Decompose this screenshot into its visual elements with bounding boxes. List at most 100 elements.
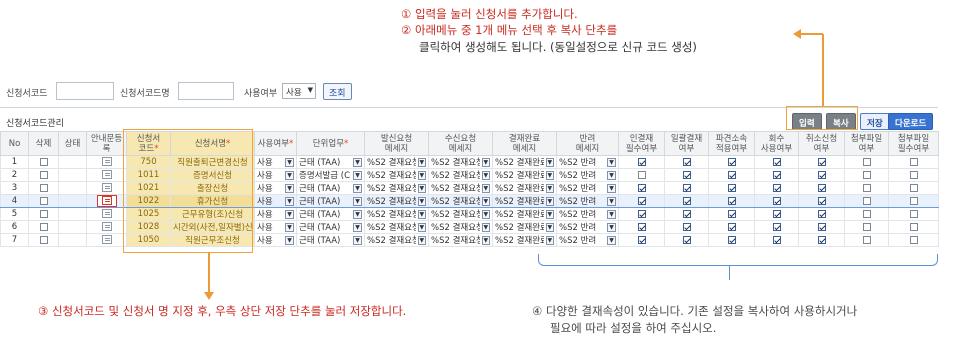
reject-msg-cell[interactable]: %S2 반려 ▼ [556,220,619,234]
attribute-checkbox[interactable] [888,220,939,234]
unit-cell[interactable]: 근태 (TAA) ▼ [296,233,365,247]
checkbox-icon[interactable] [39,157,48,166]
dropdown-arrow-icon[interactable]: ▼ [607,157,616,167]
note-icon[interactable] [101,157,112,166]
attribute-checkbox[interactable] [798,155,845,169]
attribute-checkbox[interactable] [844,168,889,182]
checkbox-icon[interactable] [772,183,781,192]
checkbox-icon[interactable] [39,183,48,192]
attribute-checkbox[interactable] [618,233,665,247]
attribute-checkbox[interactable] [618,207,665,221]
checkbox-icon[interactable] [39,222,48,231]
done-msg-cell[interactable]: %S2 결재완료 ▼ [492,233,557,247]
dropdown-arrow-icon[interactable]: ▼ [285,209,294,219]
checkbox-icon[interactable] [39,170,48,179]
checkbox-icon[interactable] [637,209,646,218]
dropdown-arrow-icon[interactable]: ▼ [285,170,294,180]
attribute-checkbox[interactable] [844,194,889,208]
attribute-checkbox[interactable] [798,207,845,221]
attribute-checkbox[interactable] [618,194,665,208]
checkbox-icon[interactable] [772,222,781,231]
checkbox-icon[interactable] [39,235,48,244]
checkbox-icon[interactable] [817,196,826,205]
checkbox-icon[interactable] [682,170,691,179]
attribute-checkbox[interactable] [754,168,799,182]
dropdown-arrow-icon[interactable]: ▼ [285,196,294,206]
checkbox-icon[interactable] [39,196,48,205]
dropdown-arrow-icon[interactable]: ▼ [417,209,426,219]
name-input[interactable] [178,82,234,100]
checkbox-icon[interactable] [862,209,871,218]
use-cell[interactable]: 사용 ▼ [254,155,297,169]
checkbox-icon[interactable] [682,209,691,218]
delete-checkbox[interactable] [28,233,59,247]
attribute-checkbox[interactable] [708,168,755,182]
dropdown-arrow-icon[interactable]: ▼ [417,170,426,180]
use-cell[interactable]: 사용 ▼ [254,181,297,195]
delete-checkbox[interactable] [28,207,59,221]
dropdown-arrow-icon[interactable]: ▼ [285,157,294,167]
checkbox-icon[interactable] [909,222,918,231]
checkbox-icon[interactable] [682,183,691,192]
checkbox-icon[interactable] [682,235,691,244]
checkbox-icon[interactable] [727,183,736,192]
attribute-checkbox[interactable] [618,168,665,182]
dropdown-arrow-icon[interactable]: ▼ [417,196,426,206]
checkbox-icon[interactable] [909,157,918,166]
checkbox-icon[interactable] [862,235,871,244]
request-msg-cell[interactable]: %S2 결재요청 ▼ [364,194,429,208]
dropdown-arrow-icon[interactable]: ▼ [545,222,554,232]
attribute-checkbox[interactable] [754,233,799,247]
dropdown-arrow-icon[interactable]: ▼ [353,235,362,245]
note-icon[interactable] [101,170,112,179]
note-icon[interactable] [101,235,112,244]
use-cell[interactable]: 사용 ▼ [254,194,297,208]
attribute-checkbox[interactable] [664,207,709,221]
checkbox-icon[interactable] [637,222,646,231]
delete-checkbox[interactable] [28,168,59,182]
receive-msg-cell[interactable]: %S2 결재요청 ▼ [428,168,493,182]
attribute-checkbox[interactable] [618,155,665,169]
download-button[interactable]: 다운로드 [888,113,934,130]
checkbox-icon[interactable] [862,196,871,205]
checkbox-icon[interactable] [817,157,826,166]
checkbox-icon[interactable] [637,183,646,192]
checkbox-icon[interactable] [682,157,691,166]
code-input[interactable] [56,82,114,100]
checkbox-icon[interactable] [637,235,646,244]
attribute-checkbox[interactable] [664,155,709,169]
attribute-checkbox[interactable] [888,155,939,169]
dropdown-arrow-icon[interactable]: ▼ [353,196,362,206]
attribute-checkbox[interactable] [888,233,939,247]
guide-cell[interactable] [86,168,127,182]
use-cell[interactable]: 사용 ▼ [254,168,297,182]
attribute-checkbox[interactable] [844,233,889,247]
guide-cell[interactable] [86,207,127,221]
attribute-checkbox[interactable] [664,194,709,208]
checkbox-icon[interactable] [817,235,826,244]
dropdown-arrow-icon[interactable]: ▼ [607,209,616,219]
dropdown-arrow-icon[interactable]: ▼ [417,235,426,245]
dropdown-arrow-icon[interactable]: ▼ [481,183,490,193]
request-msg-cell[interactable]: %S2 결재요청 ▼ [364,220,429,234]
delete-checkbox[interactable] [28,155,59,169]
unit-cell[interactable]: 근태 (TAA) ▼ [296,181,365,195]
done-msg-cell[interactable]: %S2 결재완료 ▼ [492,194,557,208]
guide-cell[interactable] [86,220,127,234]
dropdown-arrow-icon[interactable]: ▼ [481,196,490,206]
dropdown-arrow-icon[interactable]: ▼ [545,183,554,193]
dropdown-arrow-icon[interactable]: ▼ [481,222,490,232]
checkbox-icon[interactable] [862,222,871,231]
done-msg-cell[interactable]: %S2 결재완료 ▼ [492,220,557,234]
dropdown-arrow-icon[interactable]: ▼ [545,170,554,180]
attribute-checkbox[interactable] [798,168,845,182]
request-msg-cell[interactable]: %S2 결재요청 ▼ [364,168,429,182]
checkbox-icon[interactable] [637,196,646,205]
checkbox-icon[interactable] [817,209,826,218]
attribute-checkbox[interactable] [664,181,709,195]
attribute-checkbox[interactable] [754,181,799,195]
dropdown-arrow-icon[interactable]: ▼ [607,222,616,232]
dropdown-arrow-icon[interactable]: ▼ [353,222,362,232]
attribute-checkbox[interactable] [618,181,665,195]
checkbox-icon[interactable] [909,209,918,218]
